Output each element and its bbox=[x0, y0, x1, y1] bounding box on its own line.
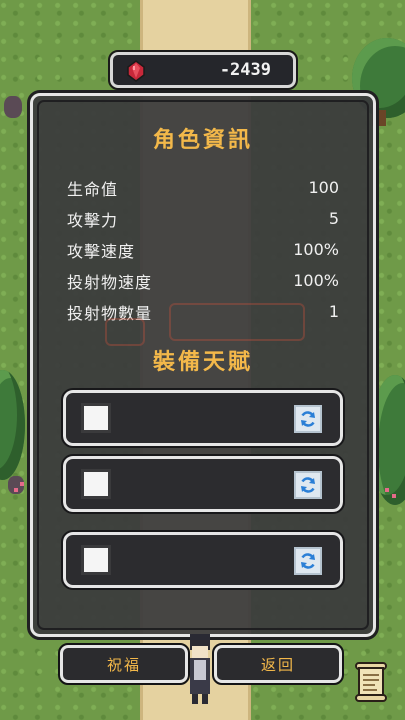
flower bbox=[385, 488, 389, 492]
stat-row-attack: 攻擊力 5 bbox=[67, 203, 339, 234]
refresh-icon bbox=[301, 477, 315, 493]
back-button-label: 返回 bbox=[260, 655, 295, 674]
stat-value: 100 bbox=[308, 178, 339, 197]
stat-value: 5 bbox=[328, 209, 339, 228]
refresh-icon bbox=[301, 411, 315, 427]
talent-slot-1[interactable] bbox=[61, 388, 345, 448]
talent-section-title: 裝備天賦 bbox=[152, 350, 253, 375]
talent-slot-3[interactable] bbox=[61, 530, 345, 590]
stat-row-hp: 生命值 100 bbox=[67, 172, 339, 203]
stat-row-attack-speed: 攻擊速度 100% bbox=[67, 234, 339, 265]
flower bbox=[20, 482, 24, 486]
stat-value: 100% bbox=[293, 271, 339, 290]
talent-slot-2[interactable] bbox=[61, 454, 345, 514]
stat-label: 生命值 bbox=[67, 179, 119, 199]
bless-button-label: 祝福 bbox=[106, 655, 141, 674]
stat-value: 100% bbox=[293, 240, 339, 259]
flower bbox=[392, 494, 396, 498]
character-info-panel: 角色資訊 生命值 100 攻擊力 5 攻擊速度 100% 投射物速度 100% … bbox=[27, 90, 379, 640]
scroll-icon[interactable] bbox=[352, 660, 390, 704]
currency-bar: -2439 bbox=[108, 50, 298, 90]
refresh-button[interactable] bbox=[294, 471, 322, 499]
stat-label: 攻擊力 bbox=[67, 210, 119, 230]
background-ui-ghost bbox=[169, 303, 305, 341]
stat-row-projectile-speed: 投射物速度 100% bbox=[67, 265, 339, 296]
talent-slot-icon bbox=[84, 472, 108, 496]
refresh-button[interactable] bbox=[294, 405, 322, 433]
back-button[interactable]: 返回 bbox=[212, 643, 344, 685]
bless-button[interactable]: 祝福 bbox=[58, 643, 190, 685]
currency-value: -2439 bbox=[219, 60, 271, 80]
refresh-button[interactable] bbox=[294, 547, 322, 575]
talent-slot-icon bbox=[84, 406, 108, 430]
talent-slot-icon bbox=[84, 548, 108, 572]
stat-label: 攻擊速度 bbox=[67, 241, 136, 261]
rock-top-left bbox=[4, 96, 22, 118]
refresh-icon bbox=[301, 553, 315, 569]
stat-label: 投射物速度 bbox=[67, 272, 153, 292]
panel-title: 角色資訊 bbox=[152, 128, 253, 153]
background-ui-ghost bbox=[105, 318, 145, 346]
stat-value: 1 bbox=[328, 302, 339, 321]
flower bbox=[14, 488, 18, 492]
red-gem-icon bbox=[127, 60, 145, 82]
